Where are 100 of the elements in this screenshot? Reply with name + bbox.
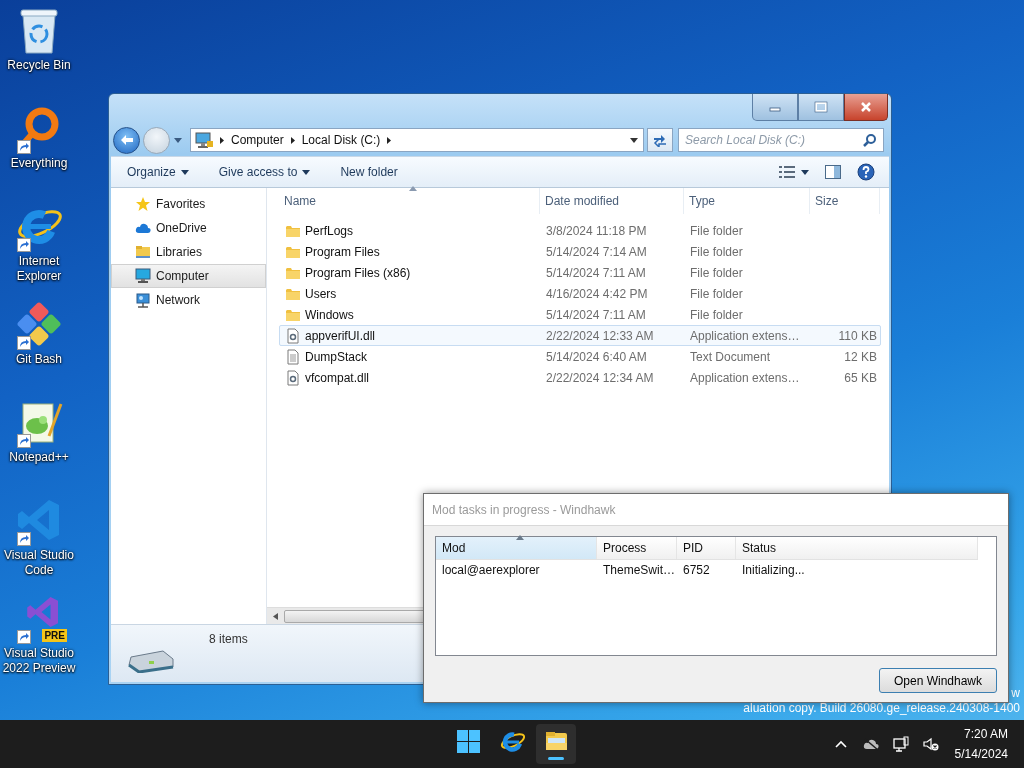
desktop-icon-label[interactable]: Git Bash [16,352,62,367]
breadcrumb-arrow-icon [219,135,225,145]
scroll-left-icon[interactable] [273,612,278,620]
column-header[interactable]: Size [810,188,880,214]
column-header[interactable]: Process [597,537,677,559]
desktop-icon-label[interactable]: Visual Studio Code [0,548,78,578]
folder-icon [135,244,151,260]
sidebar-item[interactable]: Libraries [111,240,266,264]
search-icon[interactable] [863,133,877,147]
column-header[interactable]: Mod [436,537,597,559]
column-header[interactable]: Type [684,188,810,214]
file-name: PerfLogs [305,223,354,238]
sidebar-item[interactable]: Favorites [111,192,266,216]
breadcrumb-item[interactable]: Local Disk (C:) [301,133,381,147]
file-row[interactable]: appverifUI.dll 2/22/2024 12:33 AM Application extens… 110 KB [279,325,881,346]
file-row[interactable]: vfcompat.dll 2/22/2024 12:34 AM Application extens… 65 KB [279,367,881,388]
details-view-icon [779,166,795,178]
star-icon [135,196,151,212]
date-modified: 5/14/2024 7:11 AM [545,265,647,280]
date-modified: 5/14/2024 6:40 AM [545,349,648,364]
file-size: 65 KB [843,370,877,385]
desktop-icon-label[interactable]: Notepad++ [9,450,69,465]
settings-file-icon [285,369,301,386]
computer-icon [195,132,213,148]
clock-date: 5/14/2024 [954,746,1008,763]
maximize-button[interactable] [798,94,844,121]
column-header[interactable]: Date modified [540,188,684,214]
date-modified: 3/8/2024 11:18 PM [545,223,648,238]
file-row[interactable]: DumpStack 5/14/2024 6:40 AM Text Document 12 KB [279,346,881,367]
text-file-icon [285,348,301,365]
table-cell-text: Initializing... [741,563,806,577]
file-name: vfcompat.dll [305,370,370,385]
address-bar[interactable]: Computer Local Disk (C:) [190,128,644,152]
file-type: Application extens… [689,328,801,343]
back-button[interactable] [113,126,140,154]
date-modified: 5/14/2024 7:11 AM [545,307,647,322]
help-icon [857,163,875,181]
settings-file-icon [285,327,301,344]
network-monitor-icon [892,736,909,752]
file-name: Users [305,286,337,301]
date-modified: 5/14/2024 7:14 AM [545,244,648,259]
search-field[interactable]: Search Local Disk (C:) [678,128,884,152]
column-header[interactable]: Status [736,537,978,559]
file-type: Application extens… [689,370,801,385]
dropdown-caret-icon[interactable] [629,136,639,144]
file-row[interactable]: Program Files 5/14/2024 7:14 AM File folder [279,241,881,262]
refresh-icon [652,133,668,147]
desktop-icon-label[interactable]: Visual Studio 2022 Preview [0,646,78,676]
sidebar-item[interactable]: OneDrive [111,216,266,240]
monitor-icon [135,268,151,284]
desktop-watermark-text: w [1011,686,1020,701]
caret-icon [801,169,809,175]
minimize-button[interactable] [752,94,798,121]
column-header[interactable]: Name [279,188,540,214]
speaker-muted-icon [922,736,939,752]
toolbar-button[interactable]: New folder [332,162,406,182]
desktop-icon-label[interactable]: Recycle Bin [7,58,71,73]
drive-icon [127,649,175,673]
file-name: Program Files [305,244,380,259]
breadcrumb-arrow-icon [289,135,296,145]
column-header[interactable]: PID [677,537,736,559]
clock-time: 7:20 AM [963,726,1008,743]
file-name: DumpStack [305,349,368,364]
table-cell-text: 6752 [682,563,711,577]
file-row[interactable]: PerfLogs 3/8/2024 11:18 PM File folder [279,220,881,241]
item-count: 8 items [209,632,248,646]
network-icon [135,292,151,308]
clock-button[interactable]: 7:20 AM 5/14/2024 [950,724,1012,764]
desktop-icon-label[interactable]: Internet Explorer [0,254,78,284]
close-icon [859,101,873,113]
file-row[interactable]: Windows 5/14/2024 7:11 AM File folder [279,304,881,325]
file-name: appverifUI.dll [305,328,376,343]
toolbar-button[interactable]: Give access to [210,162,319,182]
table-cell-text: ThemeSwit… [602,563,677,577]
file-type: File folder [689,223,744,238]
toolbar-button[interactable]: Organize [119,162,197,182]
recent-pages-caret-icon[interactable] [173,136,183,144]
sidebar-item[interactable]: Network [111,288,266,312]
breadcrumb-item[interactable]: Computer [231,133,284,147]
refresh-button[interactable] [647,128,673,152]
network-button[interactable] [890,734,911,754]
file-size: 12 KB [843,349,877,364]
sort-arrow-icon [409,186,417,191]
back-arrow-icon [119,134,134,146]
file-type: File folder [689,307,744,322]
file-name: Program Files (x86) [305,265,411,280]
file-row[interactable]: Users 4/16/2024 4:42 PM File folder [279,283,881,304]
preview-badge: PRE [42,629,67,642]
restore-icon [814,101,828,113]
sidebar-item[interactable]: Computer [111,264,266,288]
colored-tiles-icon[interactable] [15,300,63,348]
desktop-watermark-text: aluation copy. Build 26080.ge_release.240308-1400 [743,701,1020,716]
close-button[interactable] [844,94,888,121]
file-type: File folder [689,265,744,280]
taskbar-app-button[interactable] [536,724,576,764]
desktop-icon-label[interactable]: Everything [10,156,68,171]
open-windhawk-button[interactable]: Open Windhawk [879,668,997,693]
file-row[interactable]: Program Files (x86) 5/14/2024 7:11 AM File folder [279,262,881,283]
date-modified: 4/16/2024 4:42 PM [545,286,649,301]
file-name: Windows [305,307,354,322]
